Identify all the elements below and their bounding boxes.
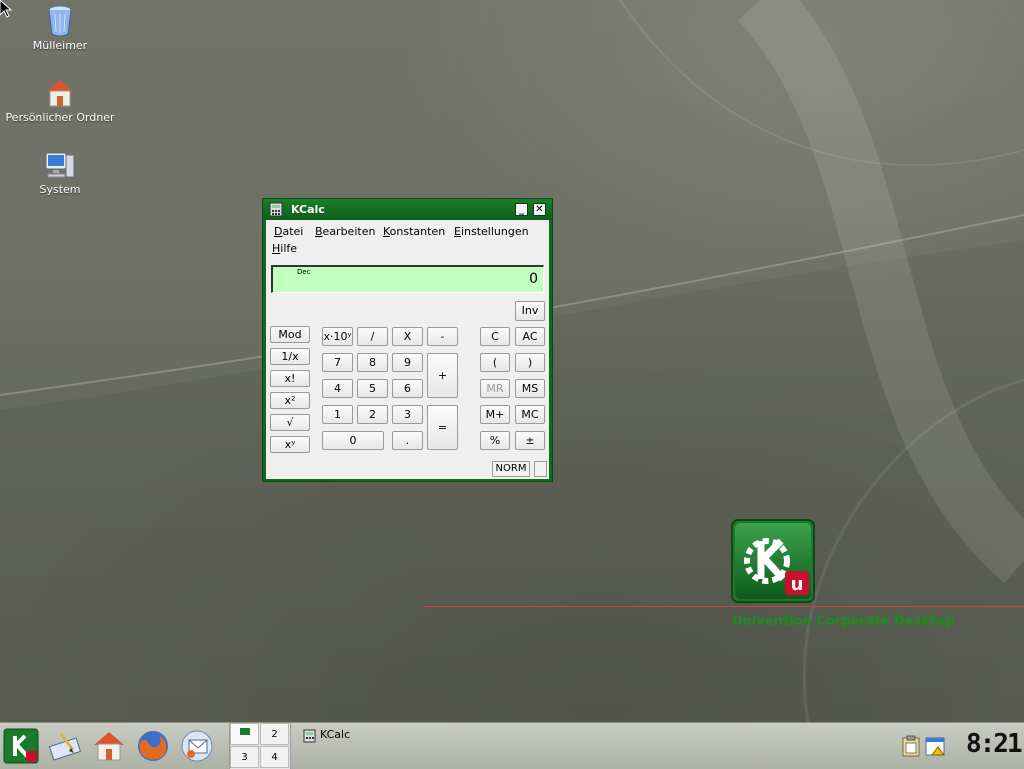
factorial-button[interactable]: x! [270, 370, 310, 387]
exp-button[interactable]: x·10ʸ [322, 327, 353, 346]
pager-desktop-4[interactable]: 4 [260, 746, 289, 768]
logo-caption: Univention Corporate Desktop [732, 614, 955, 629]
digit-9-button[interactable]: 9 [392, 353, 423, 372]
percent-button[interactable]: % [480, 431, 510, 450]
digit-6-button[interactable]: 6 [392, 379, 423, 398]
home-folder-icon[interactable] [91, 728, 127, 764]
open-paren-button[interactable]: ( [480, 353, 510, 372]
korganizer-alarm-icon[interactable] [925, 735, 947, 757]
calculator-icon [303, 729, 316, 743]
taskbar-item-kcalc[interactable]: KCalc [300, 726, 500, 746]
menu-hilfe[interactable]: Hilfe [272, 242, 297, 255]
logo-divider-line [423, 606, 1024, 607]
mod-button[interactable]: Mod [270, 326, 310, 343]
status-memory-indicator [534, 461, 547, 477]
digit-0-button[interactable]: 0 [322, 431, 384, 450]
minus-button[interactable]: - [427, 327, 458, 346]
power-button[interactable]: xʸ [270, 436, 310, 453]
desktop-icon-label: System [39, 183, 81, 196]
svg-text:u: u [791, 574, 804, 595]
trash-icon [48, 5, 72, 37]
pager-desktop-1[interactable] [230, 723, 259, 745]
kmenu-icon[interactable] [3, 728, 39, 764]
multiply-button[interactable]: X [392, 327, 423, 346]
status-mode: NORM [492, 461, 530, 477]
kde-logo-icon: u [731, 519, 815, 603]
close-button[interactable]: ✕ [533, 203, 546, 216]
square-button[interactable]: x² [270, 392, 310, 409]
digit-5-button[interactable]: 5 [357, 379, 388, 398]
desktop-icon-system[interactable]: System [5, 149, 115, 196]
home-folder-icon [47, 80, 73, 107]
display-value: 0 [529, 271, 538, 287]
klipper-icon[interactable] [902, 735, 920, 757]
digit-1-button[interactable]: 1 [322, 405, 353, 424]
divide-button[interactable]: / [357, 327, 388, 346]
kontact-icon[interactable] [179, 728, 215, 764]
menu-einstellungen[interactable]: Einstellungen [454, 225, 529, 238]
equals-button[interactable]: = [427, 405, 458, 450]
digit-7-button[interactable]: 7 [322, 353, 353, 372]
clear-button[interactable]: C [480, 327, 510, 346]
menu-bearbeiten[interactable]: Bearbeiten [315, 225, 375, 238]
digit-4-button[interactable]: 4 [322, 379, 353, 398]
digit-3-button[interactable]: 3 [392, 405, 423, 424]
memory-clear-button[interactable]: MC [515, 405, 545, 424]
pager-desktop-2[interactable]: 2 [260, 723, 289, 745]
taskbar-clock[interactable]: 8:21 [966, 729, 1023, 759]
window-titlebar[interactable]: KCalc _ ✕ [263, 199, 552, 220]
memory-add-button[interactable]: M+ [480, 405, 510, 424]
plus-minus-button[interactable]: ± [515, 431, 545, 450]
menubar: Datei Bearbeiten Konstanten Einstellunge… [266, 220, 549, 262]
window-title: KCalc [291, 203, 325, 216]
all-clear-button[interactable]: AC [515, 327, 545, 346]
digit-2-button[interactable]: 2 [357, 405, 388, 424]
menu-konstanten[interactable]: Konstanten [383, 225, 445, 238]
desktop-icon-trash[interactable]: Mülleimer [5, 5, 115, 52]
close-paren-button[interactable]: ) [515, 353, 545, 372]
desktop-icon-label: Mülleimer [32, 39, 88, 52]
computer-icon [45, 152, 75, 178]
desktop-pager: 2 3 4 [229, 723, 291, 769]
firefox-icon[interactable] [135, 728, 171, 764]
minimize-button[interactable]: _ [515, 203, 528, 216]
desktop-icon-home[interactable]: Persönlicher Ordner [5, 77, 115, 124]
calculator-icon [269, 202, 283, 217]
desktop-icon-label: Persönlicher Ordner [5, 111, 115, 124]
base-indicator: Dec [297, 268, 311, 276]
decimal-button[interactable]: . [392, 431, 423, 450]
memory-store-button[interactable]: MS [515, 379, 545, 398]
calc-display: Dec 0 [271, 265, 544, 293]
menu-datei[interactable]: Datei [274, 225, 303, 238]
pager-window-icon [239, 728, 250, 735]
taskbar-item-label: KCalc [320, 728, 351, 741]
inv-button[interactable]: Inv [515, 301, 545, 321]
memory-recall-button[interactable]: MR [480, 379, 510, 398]
digit-8-button[interactable]: 8 [357, 353, 388, 372]
kate-editor-icon[interactable] [47, 728, 83, 764]
taskbar: 2 3 4 KCalc 8:21 [0, 722, 1024, 769]
reciprocal-button[interactable]: 1/x [270, 348, 310, 365]
plus-button[interactable]: + [427, 353, 458, 398]
sqrt-button[interactable]: √ [270, 414, 310, 431]
pager-desktop-3[interactable]: 3 [230, 746, 259, 768]
